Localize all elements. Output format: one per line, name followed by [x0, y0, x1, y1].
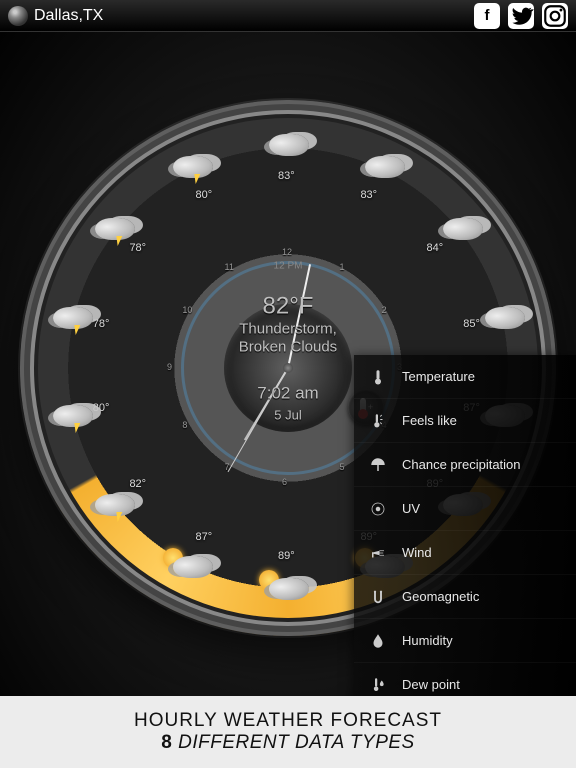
dew-icon	[368, 675, 388, 695]
footer-line-1: HOURLY WEATHER FORECAST	[134, 710, 442, 732]
hourly-temp: 83°	[278, 170, 295, 182]
menu-item-geo[interactable]: Geomagnetic	[354, 575, 576, 619]
thunderstorm-icon	[47, 397, 97, 437]
top-bar: Dallas,TX f	[0, 0, 576, 32]
geo-icon	[368, 587, 388, 607]
menu-item-label: Chance precipitation	[402, 457, 521, 472]
hour-tick: 8	[182, 420, 187, 430]
menu-item-label: Humidity	[402, 633, 453, 648]
menu-item-wind[interactable]: Wind	[354, 531, 576, 575]
feels-icon	[368, 411, 388, 431]
thunderstorm-icon	[47, 299, 97, 339]
hourly-temp: 80°	[196, 189, 213, 201]
partly-sunny-icon	[263, 570, 313, 610]
thunderstorm-icon	[89, 486, 139, 526]
thunderstorm-icon	[167, 148, 217, 188]
thunderstorm-icon	[89, 210, 139, 250]
menu-item-thermo[interactable]: Temperature	[354, 355, 576, 399]
footer-line-2: 8 DIFFERENT DATA TYPES	[161, 732, 414, 754]
hourly-temp: 83°	[360, 189, 377, 201]
cloudy-icon	[479, 299, 529, 339]
uv-icon	[368, 499, 388, 519]
hourly-temp: 89°	[278, 550, 295, 562]
hour-tick: 5	[340, 462, 345, 472]
umbrella-icon	[368, 455, 388, 475]
wind-icon	[368, 543, 388, 563]
thermo-icon	[368, 367, 388, 387]
menu-item-label: Wind	[402, 545, 432, 560]
globe-icon[interactable]	[8, 6, 28, 26]
data-type-menu: Temperature Feels like Chance precipitatio…	[354, 355, 576, 707]
menu-item-label: Feels like	[402, 413, 457, 428]
menu-item-label: UV	[402, 501, 420, 516]
menu-item-feels[interactable]: Feels like	[354, 399, 576, 443]
menu-item-label: Temperature	[402, 369, 475, 384]
instagram-icon[interactable]	[542, 3, 568, 29]
menu-item-umbrella[interactable]: Chance precipitation	[354, 443, 576, 487]
promo-footer: HOURLY WEATHER FORECAST 8 DIFFERENT DATA…	[0, 696, 576, 768]
menu-item-uv[interactable]: UV	[354, 487, 576, 531]
facebook-icon[interactable]: f	[474, 3, 500, 29]
noon-label: 12 PM	[274, 261, 303, 272]
hour-tick: 6	[282, 477, 287, 487]
partly-sunny-icon	[167, 548, 217, 588]
hour-tick: 1	[340, 262, 345, 272]
hourly-temp: 85°	[463, 318, 480, 330]
hour-tick: 12	[282, 247, 292, 257]
menu-item-humid[interactable]: Humidity	[354, 619, 576, 663]
clock-center-pin	[283, 363, 293, 373]
hour-tick: 10	[182, 305, 192, 315]
menu-item-label: Geomagnetic	[402, 589, 479, 604]
hour-tick: 9	[167, 362, 172, 372]
hourly-temp: 87°	[196, 531, 213, 543]
humid-icon	[368, 631, 388, 651]
cloudy-icon	[263, 126, 313, 166]
location-label[interactable]: Dallas,TX	[34, 7, 103, 25]
hour-tick: 11	[225, 262, 234, 272]
twitter-icon[interactable]	[508, 3, 534, 29]
hour-tick: 2	[382, 305, 387, 315]
cloudy-icon	[437, 210, 487, 250]
cloudy-icon	[359, 148, 409, 188]
menu-item-label: Dew point	[402, 677, 460, 692]
